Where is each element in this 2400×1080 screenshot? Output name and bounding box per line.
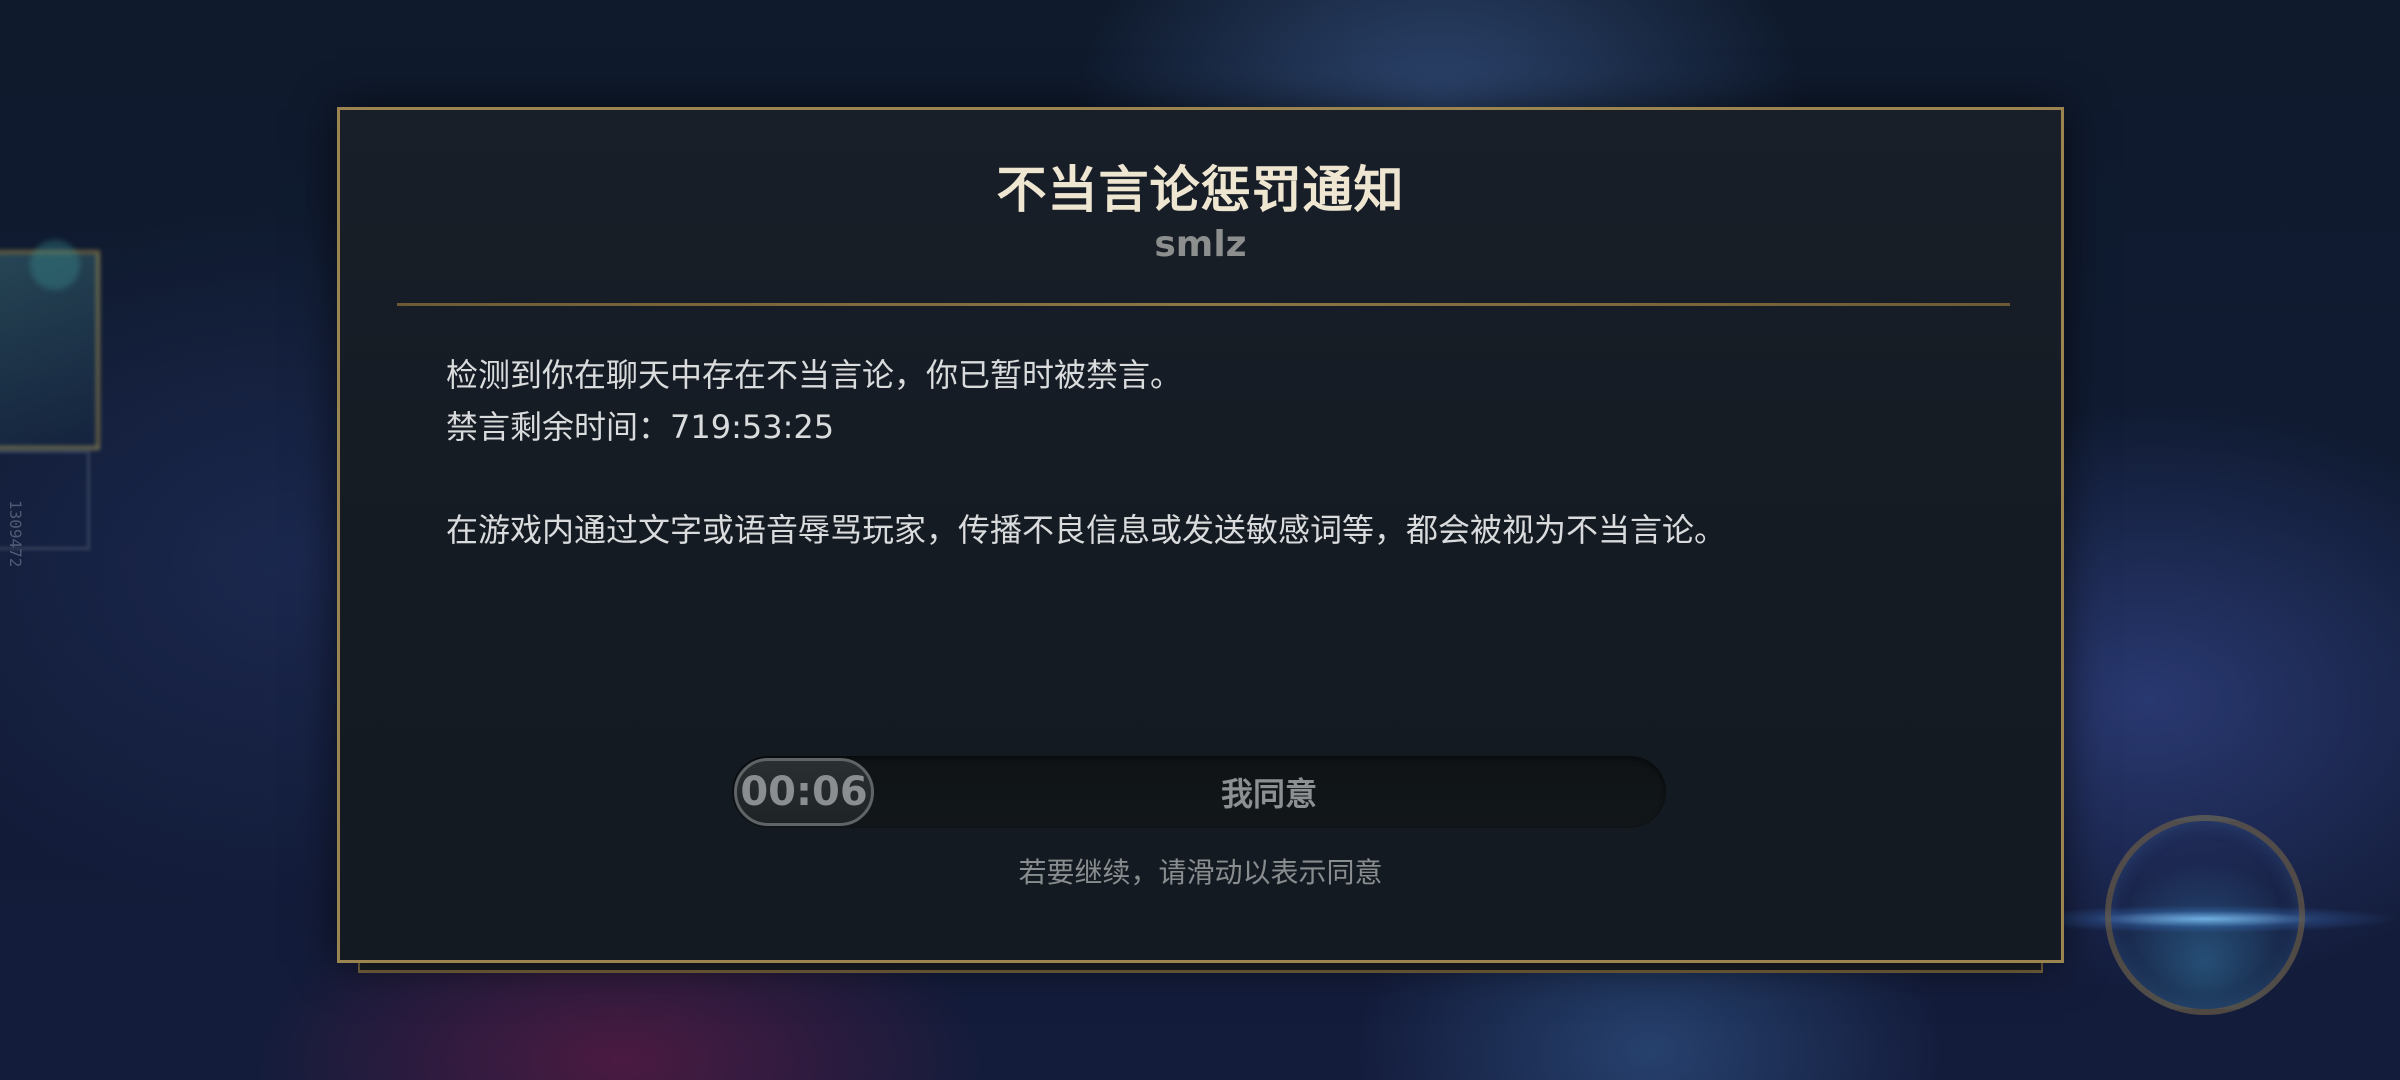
background-side-text: 1309472 (6, 500, 25, 568)
dialog-title: 不当言论惩罚通知 (996, 161, 1405, 219)
dialog-divider (397, 303, 2010, 306)
dialog-bottom-trim (358, 963, 2043, 973)
agree-slider-label: 我同意 (1220, 775, 1317, 813)
agree-slider[interactable]: 00:06 我同意 (732, 756, 1666, 828)
message-detected: 检测到你在聊天中存在不当言论，你已暂时被禁言。 (446, 356, 1183, 394)
dialog-username: smlz (1154, 224, 1247, 265)
message-definition: 在游戏内通过文字或语音辱骂玩家，传播不良信息或发送敏感词等，都会被视为不当言论。 (446, 511, 1727, 549)
penalty-notice-dialog: 不当言论惩罚通知 smlz 检测到你在聊天中存在不当言论，你已暂时被禁言。 禁言… (337, 107, 2064, 963)
slider-knob-countdown[interactable]: 00:06 (734, 758, 874, 826)
background-orb (30, 240, 80, 290)
message-remaining-time: 禁言剩余时间：719:53:25 (446, 408, 835, 446)
slider-hint: 若要继续，请滑动以表示同意 (1018, 856, 1383, 889)
background-ring-icon (2105, 815, 2305, 1015)
